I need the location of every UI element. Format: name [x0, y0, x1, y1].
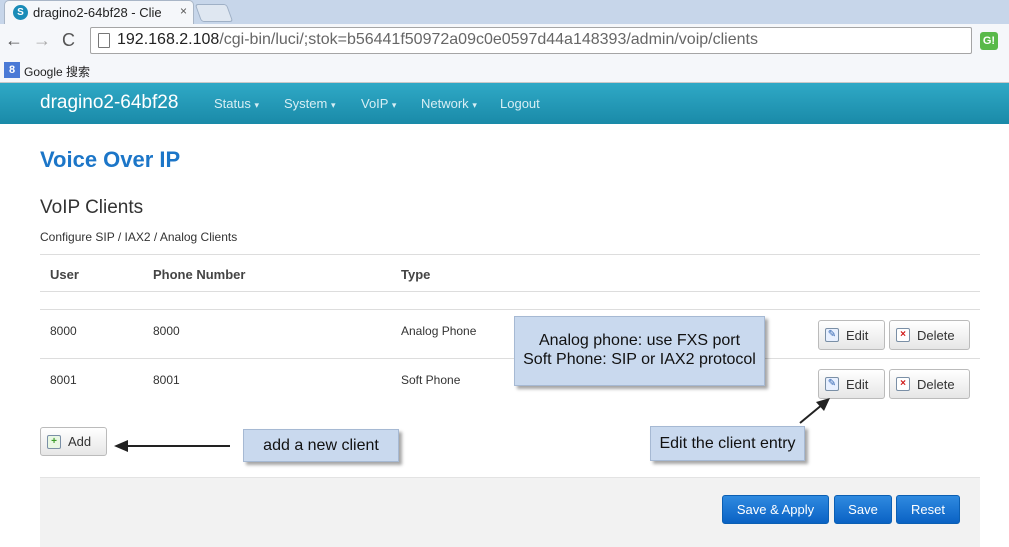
google-search-icon: 8	[4, 62, 20, 78]
arrow-to-add-icon	[114, 440, 230, 452]
column-header-phone: Phone Number	[153, 267, 246, 282]
cell-type: Analog Phone	[401, 324, 477, 338]
delete-icon: ×	[896, 377, 910, 391]
edit-button[interactable]: ✎ Edit	[818, 320, 885, 350]
add-icon: +	[47, 434, 61, 449]
table-spacer-row	[40, 292, 980, 310]
callout-line: Soft Phone: SIP or IAX2 protocol	[523, 351, 756, 368]
tab-title: dragino2-64bf28 - Clie	[33, 5, 162, 20]
add-button[interactable]: + Add	[40, 427, 107, 456]
site-favicon-icon: S	[13, 5, 28, 20]
url-host: 192.168.2.108	[117, 31, 220, 48]
section-title: VoIP Clients	[40, 197, 144, 218]
url-path: /cgi-bin/luci/;stok=b56441f50972a09c0e05…	[219, 31, 758, 48]
reset-button[interactable]: Reset	[896, 495, 960, 524]
menu-status[interactable]: Status ▾	[214, 96, 259, 111]
forward-arrow-icon[interactable]: →	[33, 30, 51, 51]
reload-icon[interactable]: C	[62, 30, 75, 51]
chevron-down-icon: ▾	[330, 100, 336, 110]
cell-user: 8000	[50, 324, 77, 338]
edit-icon: ✎	[825, 377, 839, 391]
edit-note-callout: Edit the client entry	[650, 426, 805, 461]
menu-logout[interactable]: Logout	[500, 96, 540, 111]
page-icon	[98, 33, 110, 48]
cell-user: 8001	[50, 373, 77, 387]
close-icon[interactable]: ×	[180, 4, 187, 18]
table-row: 8000 8000 Analog Phone ✎ Edit × Delete	[40, 310, 980, 359]
brand-title[interactable]: dragino2-64bf28	[40, 92, 178, 114]
app-navbar: dragino2-64bf28 Status ▾ System ▾ VoIP ▾…	[0, 83, 1009, 124]
type-note-callout: Analog phone: use FXS port Soft Phone: S…	[514, 316, 765, 386]
edit-icon: ✎	[825, 328, 839, 342]
menu-system[interactable]: System ▾	[284, 96, 336, 111]
chevron-down-icon: ▾	[391, 100, 397, 110]
delete-button[interactable]: × Delete	[889, 369, 970, 399]
page-title: Voice Over IP	[40, 147, 181, 172]
bookmark-google-search[interactable]: Google 搜索	[24, 63, 90, 80]
address-bar[interactable]: 192.168.2.108/cgi-bin/luci/;stok=b56441f…	[90, 27, 972, 54]
browser-toolbar: ← → C 192.168.2.108/cgi-bin/luci/;stok=b…	[0, 24, 1009, 58]
column-header-user: User	[50, 267, 79, 282]
cell-phone: 8001	[153, 373, 180, 387]
cell-phone: 8000	[153, 324, 180, 338]
chevron-down-icon: ▾	[254, 100, 260, 110]
extension-icon[interactable]: G!	[980, 32, 998, 50]
menu-network[interactable]: Network ▾	[421, 96, 477, 111]
delete-button[interactable]: × Delete	[889, 320, 970, 350]
callout-line: Analog phone: use FXS port	[538, 332, 741, 349]
arrow-to-edit-icon	[799, 398, 830, 424]
delete-icon: ×	[896, 328, 910, 342]
browser-tabstrip: S dragino2-64bf28 - Clie ×	[0, 0, 1009, 24]
add-note-callout: add a new client	[243, 429, 399, 462]
cell-type: Soft Phone	[401, 373, 461, 387]
edit-button[interactable]: ✎ Edit	[818, 369, 885, 399]
save-apply-button[interactable]: Save & Apply	[722, 495, 829, 524]
table-row: 8001 8001 Soft Phone ✎ Edit × Delete	[40, 359, 980, 408]
table-header: User Phone Number Type	[40, 254, 980, 292]
column-header-type: Type	[401, 267, 431, 282]
form-actions-bar: Save & Apply Save Reset	[40, 477, 980, 547]
browser-tab[interactable]: S dragino2-64bf28 - Clie ×	[4, 0, 194, 24]
bookmarks-bar: 8 Google 搜索	[0, 58, 1009, 83]
section-description: Configure SIP / IAX2 / Analog Clients	[40, 230, 238, 244]
new-tab-button[interactable]	[194, 4, 234, 22]
menu-voip[interactable]: VoIP ▾	[361, 96, 396, 111]
chevron-down-icon: ▾	[472, 100, 477, 110]
back-arrow-icon[interactable]: ←	[5, 30, 23, 51]
save-button[interactable]: Save	[834, 495, 892, 524]
